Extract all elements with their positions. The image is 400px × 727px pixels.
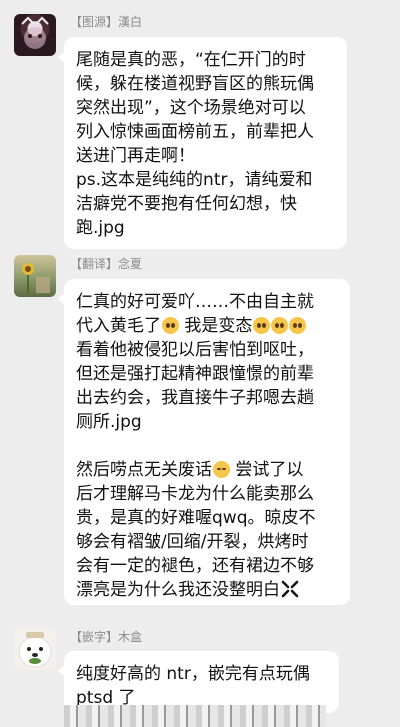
message-text-line: 够会有褶皱/回缩/开裂，烘烤时: [76, 532, 309, 552]
sender-name: 【嵌字】木盒: [70, 628, 142, 645]
message-text-line: 厕所.jpg: [76, 412, 142, 432]
sender-nickname: 念夏: [118, 257, 143, 271]
sender-role-tag: 【嵌字】: [70, 630, 119, 644]
message-text-fragment: 然后唠点无关废话: [76, 460, 212, 480]
message-text-fragment: 我是变态: [184, 316, 253, 336]
message-bubble[interactable]: 纯度好高的 ntr，嵌完有点玩偶 ptsd 了: [58, 651, 339, 713]
message-text-line: 仁真的好可爱吖……不由自主就: [76, 292, 314, 312]
message-text-line: 列入惊悚画面榜前五，前辈把人: [76, 122, 314, 142]
message-text-line: 会有一定的褪色，还有裙边不够: [76, 556, 314, 576]
sender-role-tag: 【翻译】: [70, 257, 119, 271]
message-text-line: 纯度好高的 ntr，嵌完有点玩偶: [76, 664, 310, 684]
sender-nickname: 漢白: [118, 15, 143, 29]
neutral-face-icon: [213, 461, 230, 478]
message-text-line: 然后唠点无关废话 尝试了以: [76, 458, 338, 482]
avatar[interactable]: [14, 14, 56, 56]
message-text-line: 看着他被侵犯以后害怕到呕吐，: [76, 340, 314, 360]
anger-symbol-icon: [281, 580, 299, 598]
message-text-line: 贵，是真的好难喔qwq。晾皮不: [76, 508, 316, 528]
message-text-line: 送进门再走啊！: [76, 146, 195, 166]
sender-nickname: 木盒: [118, 630, 143, 644]
message-text-line: 突然出现”，这个场景绝对可以: [76, 98, 306, 118]
pleading-face-icon: [289, 317, 307, 334]
avatar[interactable]: [14, 255, 56, 297]
message-text-line: 洁癖党不要抱有任何幻想，快: [76, 194, 297, 214]
message-text-line: ps.这本是纯纯的ntr，请纯爱和: [76, 170, 313, 190]
message-bubble[interactable]: 尾随是真的恶，“在仁开门的时 候，躲在楼道视野盲区的熊玩偶 突然出现”，这个场景…: [58, 37, 347, 249]
message-text-line: 代入黄毛了 我是变态: [76, 314, 338, 338]
message-text-fragment: 尝试了以: [235, 460, 304, 480]
message-text-fragment: 代入黄毛了: [76, 316, 161, 336]
avatar[interactable]: [14, 628, 56, 670]
message-text-line: 候，躲在楼道视野盲区的熊玩偶: [76, 74, 314, 94]
avatar-image-icon: [21, 16, 49, 49]
message-text-fragment: 漂亮是为什么我还没整明白: [76, 580, 280, 600]
message-text-line: 尾随是真的恶，“在仁开门的时: [76, 50, 306, 70]
message-text-line: 跑.jpg: [76, 218, 125, 238]
message-text-line: 出去约会，我直接牛子邦嗯去趟: [76, 388, 314, 408]
image-attachment-preview[interactable]: [64, 705, 326, 727]
sunflower-avatar-icon: [22, 263, 50, 293]
message-bubble[interactable]: 仁真的好可爱吖……不由自主就 代入黄毛了 我是变态 看着他被侵犯以后害怕到呕吐，…: [58, 279, 350, 605]
message-text-line: 后才理解马卡龙为什么能卖那么: [76, 484, 314, 504]
pleading-face-icon: [162, 317, 179, 334]
sender-name: 【图源】漢白: [70, 13, 142, 30]
sender-name: 【翻译】念夏: [70, 255, 142, 272]
message-text-line: 漂亮是为什么我还没整明白: [76, 578, 338, 602]
pleading-face-icon: [253, 317, 271, 334]
message-text-line: 但还是强打起精神跟憧憬的前辈: [76, 364, 314, 384]
sender-role-tag: 【图源】: [70, 15, 119, 29]
pleading-face-icon: [271, 317, 289, 334]
dog-avatar-icon: [18, 632, 52, 668]
